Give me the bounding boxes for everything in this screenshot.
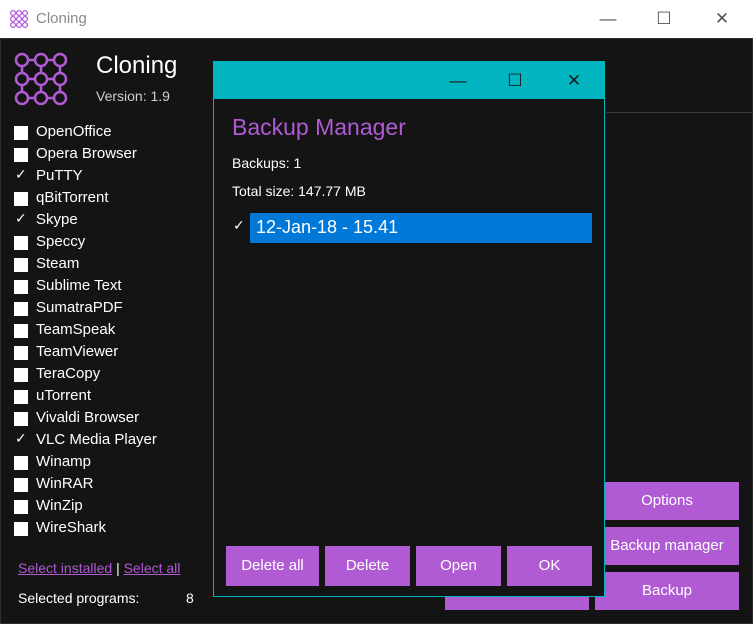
- backups-count: Backups: 1: [232, 155, 302, 171]
- dialog-close-icon[interactable]: ✕: [546, 62, 602, 99]
- program-label: OpenOffice: [36, 123, 112, 140]
- backup-selection[interactable]: 12-Jan-18 - 15.41: [250, 213, 592, 243]
- app-logo-icon: [9, 9, 29, 29]
- program-checkbox[interactable]: [14, 431, 28, 448]
- program-checkbox[interactable]: [14, 346, 28, 360]
- program-item[interactable]: TeraCopy: [14, 364, 214, 386]
- program-checkbox[interactable]: [14, 126, 28, 140]
- select-installed-link[interactable]: Select installed: [18, 560, 112, 576]
- delete-all-button[interactable]: Delete all: [226, 546, 319, 586]
- program-label: uTorrent: [36, 387, 92, 404]
- program-item[interactable]: Opera Browser: [14, 144, 214, 166]
- program-checkbox[interactable]: [14, 302, 28, 316]
- selection-links: Select installed | Select all: [18, 560, 180, 576]
- program-label: Opera Browser: [36, 145, 137, 162]
- program-checkbox[interactable]: [14, 478, 28, 492]
- backup-label: 12-Jan-18 - 15.41: [256, 217, 399, 237]
- program-label: Vivaldi Browser: [36, 409, 140, 426]
- program-checkbox[interactable]: [14, 500, 28, 514]
- program-label: PuTTY: [36, 167, 83, 184]
- program-item[interactable]: WireShark: [14, 518, 214, 540]
- program-label: TeamViewer: [36, 343, 119, 360]
- program-item[interactable]: VLC Media Player: [14, 430, 214, 452]
- program-item[interactable]: WinRAR: [14, 474, 214, 496]
- delete-button[interactable]: Delete: [325, 546, 410, 586]
- selected-programs-count: 8: [186, 590, 194, 606]
- program-item[interactable]: TeamSpeak: [14, 320, 214, 342]
- program-label: TeraCopy: [36, 365, 101, 382]
- cloning-logo-icon: [14, 52, 68, 106]
- program-label: VLC Media Player: [36, 431, 157, 448]
- program-item[interactable]: Winamp: [14, 452, 214, 474]
- program-label: Skype: [36, 211, 78, 228]
- program-checkbox[interactable]: [14, 236, 28, 250]
- program-item[interactable]: PuTTY: [14, 166, 214, 188]
- program-checkbox[interactable]: [14, 148, 28, 162]
- program-label: Speccy: [36, 233, 86, 250]
- open-button[interactable]: Open: [416, 546, 501, 586]
- program-label: Steam: [36, 255, 80, 272]
- program-item[interactable]: Speccy: [14, 232, 214, 254]
- ok-button[interactable]: OK: [507, 546, 592, 586]
- program-checkbox[interactable]: [14, 192, 28, 206]
- program-label: SumatraPDF: [36, 299, 123, 316]
- program-item[interactable]: OpenOffice: [14, 122, 214, 144]
- program-item[interactable]: qBitTorrent: [14, 188, 214, 210]
- program-checkbox[interactable]: [14, 368, 28, 382]
- program-item[interactable]: SumatraPDF: [14, 298, 214, 320]
- backup-checkbox[interactable]: [232, 218, 246, 235]
- app-name: Cloning: [96, 52, 178, 79]
- minimize-icon[interactable]: —: [580, 0, 636, 38]
- close-icon[interactable]: ✕: [694, 0, 750, 38]
- backup-list-item[interactable]: 12-Jan-18 - 15.41: [232, 213, 592, 243]
- program-label: WireShark: [36, 519, 107, 536]
- program-checkbox[interactable]: [14, 412, 28, 426]
- program-checkbox[interactable]: [14, 324, 28, 338]
- program-item[interactable]: Skype: [14, 210, 214, 232]
- program-checkbox[interactable]: [14, 258, 28, 272]
- program-label: WinRAR: [36, 475, 94, 492]
- program-item[interactable]: Sublime Text: [14, 276, 214, 298]
- program-label: Sublime Text: [36, 277, 122, 294]
- backup-button[interactable]: Backup: [595, 572, 739, 610]
- program-checkbox[interactable]: [14, 390, 28, 404]
- program-label: Winamp: [36, 453, 92, 470]
- program-checkbox[interactable]: [14, 522, 28, 536]
- program-checkbox[interactable]: [14, 211, 28, 228]
- program-checkbox[interactable]: [14, 456, 28, 470]
- backup-manager-button[interactable]: Backup manager: [595, 527, 739, 565]
- app-version: Version: 1.9: [96, 88, 170, 104]
- program-label: WinZip: [36, 497, 83, 514]
- title-bar: Cloning — ☐ ✕: [0, 0, 753, 38]
- program-label: qBitTorrent: [36, 189, 109, 206]
- maximize-icon[interactable]: ☐: [636, 0, 692, 38]
- select-all-link[interactable]: Select all: [124, 560, 181, 576]
- program-checkbox[interactable]: [14, 280, 28, 294]
- link-separator: |: [116, 560, 120, 576]
- window-title: Cloning: [36, 10, 87, 27]
- selected-programs-label: Selected programs:: [18, 590, 140, 606]
- header-divider: [606, 112, 752, 113]
- dialog-maximize-icon[interactable]: ☐: [487, 62, 543, 99]
- dialog-heading: Backup Manager: [232, 114, 406, 140]
- dialog-minimize-icon[interactable]: —: [430, 62, 486, 99]
- program-label: TeamSpeak: [36, 321, 116, 338]
- program-checkbox[interactable]: [14, 167, 28, 184]
- backup-manager-dialog: — ☐ ✕ Backup Manager Backups: 1 Total si…: [213, 61, 605, 597]
- program-item[interactable]: WinZip: [14, 496, 214, 518]
- dialog-title-bar: — ☐ ✕: [214, 62, 604, 99]
- program-item[interactable]: TeamViewer: [14, 342, 214, 364]
- program-item[interactable]: Steam: [14, 254, 214, 276]
- program-item[interactable]: Vivaldi Browser: [14, 408, 214, 430]
- program-item[interactable]: uTorrent: [14, 386, 214, 408]
- options-button[interactable]: Options: [595, 482, 739, 520]
- total-size: Total size: 147.77 MB: [232, 183, 366, 199]
